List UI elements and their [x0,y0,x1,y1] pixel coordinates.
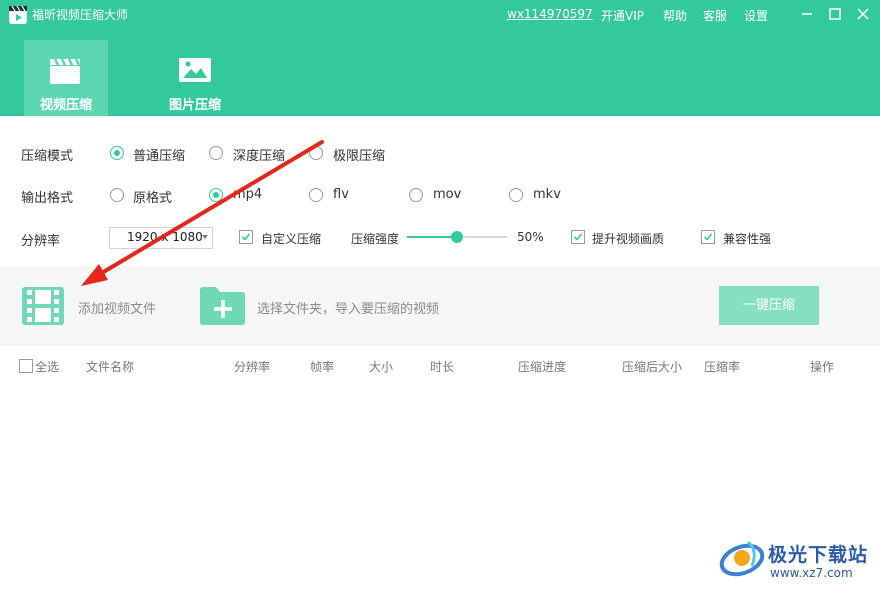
radio-format-mov[interactable] [409,188,423,202]
col-actions: 操作 [810,360,835,374]
user-account-link[interactable]: wx114970597 [507,7,593,21]
checkmark-icon [703,233,713,241]
radio-deep-compress[interactable] [209,146,223,160]
film-icon[interactable] [21,286,65,326]
image-icon [179,58,211,82]
radio-format-mov-label[interactable]: mov [433,187,461,202]
tab-video-compress[interactable]: 视频压缩 [24,40,108,116]
col-progress: 压缩进度 [518,360,567,374]
radio-format-mp4[interactable] [209,188,223,202]
radio-format-flv-label[interactable]: flv [333,187,349,202]
select-all-label[interactable]: 全选 [35,358,59,375]
compress-strength-label: 压缩强度 [351,232,400,246]
minimize-icon[interactable] [796,3,818,25]
enhance-quality-label: 提升视频画质 [592,232,665,246]
slider-fill [407,236,457,238]
resolution-select[interactable]: 1920 x 1080 [109,227,213,249]
tab-image-compress-label: 图片压缩 [168,98,221,113]
checkmark-icon [573,233,583,241]
col-compressed-size: 压缩后大小 [622,360,683,374]
settings-link[interactable]: 设置 [744,7,768,24]
col-frame-rate: 帧率 [310,360,335,374]
radio-extreme-compress-label[interactable]: 极限压缩 [333,145,385,164]
resolution-select-value: 1920 x 1080 [127,230,203,244]
custom-compress-checkbox[interactable] [239,230,253,244]
resolution-label: 分辨率 [21,234,61,249]
action-bar: 添加视频文件 选择文件夹，导入要压缩的视频 一键压缩 [0,266,880,346]
tab-image-compress[interactable]: 图片压缩 [153,40,237,116]
help-link[interactable]: 帮助 [663,7,687,24]
radio-deep-compress-label[interactable]: 深度压缩 [233,145,285,164]
add-video-button[interactable]: 添加视频文件 [78,298,156,317]
app-header: 福昕视频压缩大师 wx114970597 开通VIP 帮助 客服 设置 视频压缩… [0,0,880,116]
close-icon[interactable] [852,3,874,25]
col-resolution: 分辨率 [234,360,271,374]
radio-normal-compress[interactable] [110,146,124,160]
choose-folder-button[interactable]: 选择文件夹，导入要压缩的视频 [257,298,439,317]
enhance-quality-checkbox[interactable] [571,230,585,244]
radio-format-mp4-label[interactable]: mp4 [233,187,262,202]
watermark-title: 极光下载站 [768,544,869,566]
compress-strength-value: 50% [517,230,544,244]
custom-compress-label: 自定义压缩 [261,232,322,246]
vip-link[interactable]: 开通VIP [601,7,644,24]
watermark-logo-icon [719,540,765,577]
col-duration: 时长 [430,360,455,374]
col-size: 大小 [369,360,394,374]
radio-format-original-label[interactable]: 原格式 [133,187,172,206]
support-link[interactable]: 客服 [703,7,727,24]
radio-extreme-compress[interactable] [309,146,323,160]
radio-format-flv[interactable] [309,188,323,202]
compress-all-button[interactable]: 一键压缩 [719,286,819,325]
radio-format-original[interactable] [110,188,124,202]
compatibility-checkbox[interactable] [701,230,715,244]
app-title: 福昕视频压缩大师 [32,8,129,22]
compatibility-label: 兼容性强 [723,232,772,246]
compress-mode-label: 压缩模式 [21,149,74,164]
radio-format-mkv[interactable] [509,188,523,202]
checkmark-icon [241,233,251,241]
watermark-url: www.xz7.com [770,566,853,580]
slider-thumb[interactable] [451,231,463,243]
folder-add-icon[interactable] [199,286,246,326]
compress-strength-slider[interactable] [407,231,507,243]
tab-video-compress-label: 视频压缩 [39,98,92,113]
maximize-icon[interactable] [824,3,846,25]
title-bar: 福昕视频压缩大师 wx114970597 开通VIP 帮助 客服 设置 [0,0,880,30]
col-file-name: 文件名称 [86,360,135,374]
select-all-checkbox[interactable] [19,359,33,373]
col-compress-ratio: 压缩率 [704,360,741,374]
clapperboard-icon [50,58,81,84]
radio-normal-compress-label[interactable]: 普通压缩 [133,145,185,164]
radio-format-mkv-label[interactable]: mkv [533,187,561,202]
app-logo-icon [9,5,27,24]
output-format-label: 输出格式 [21,191,74,206]
chevron-down-icon [202,235,208,239]
